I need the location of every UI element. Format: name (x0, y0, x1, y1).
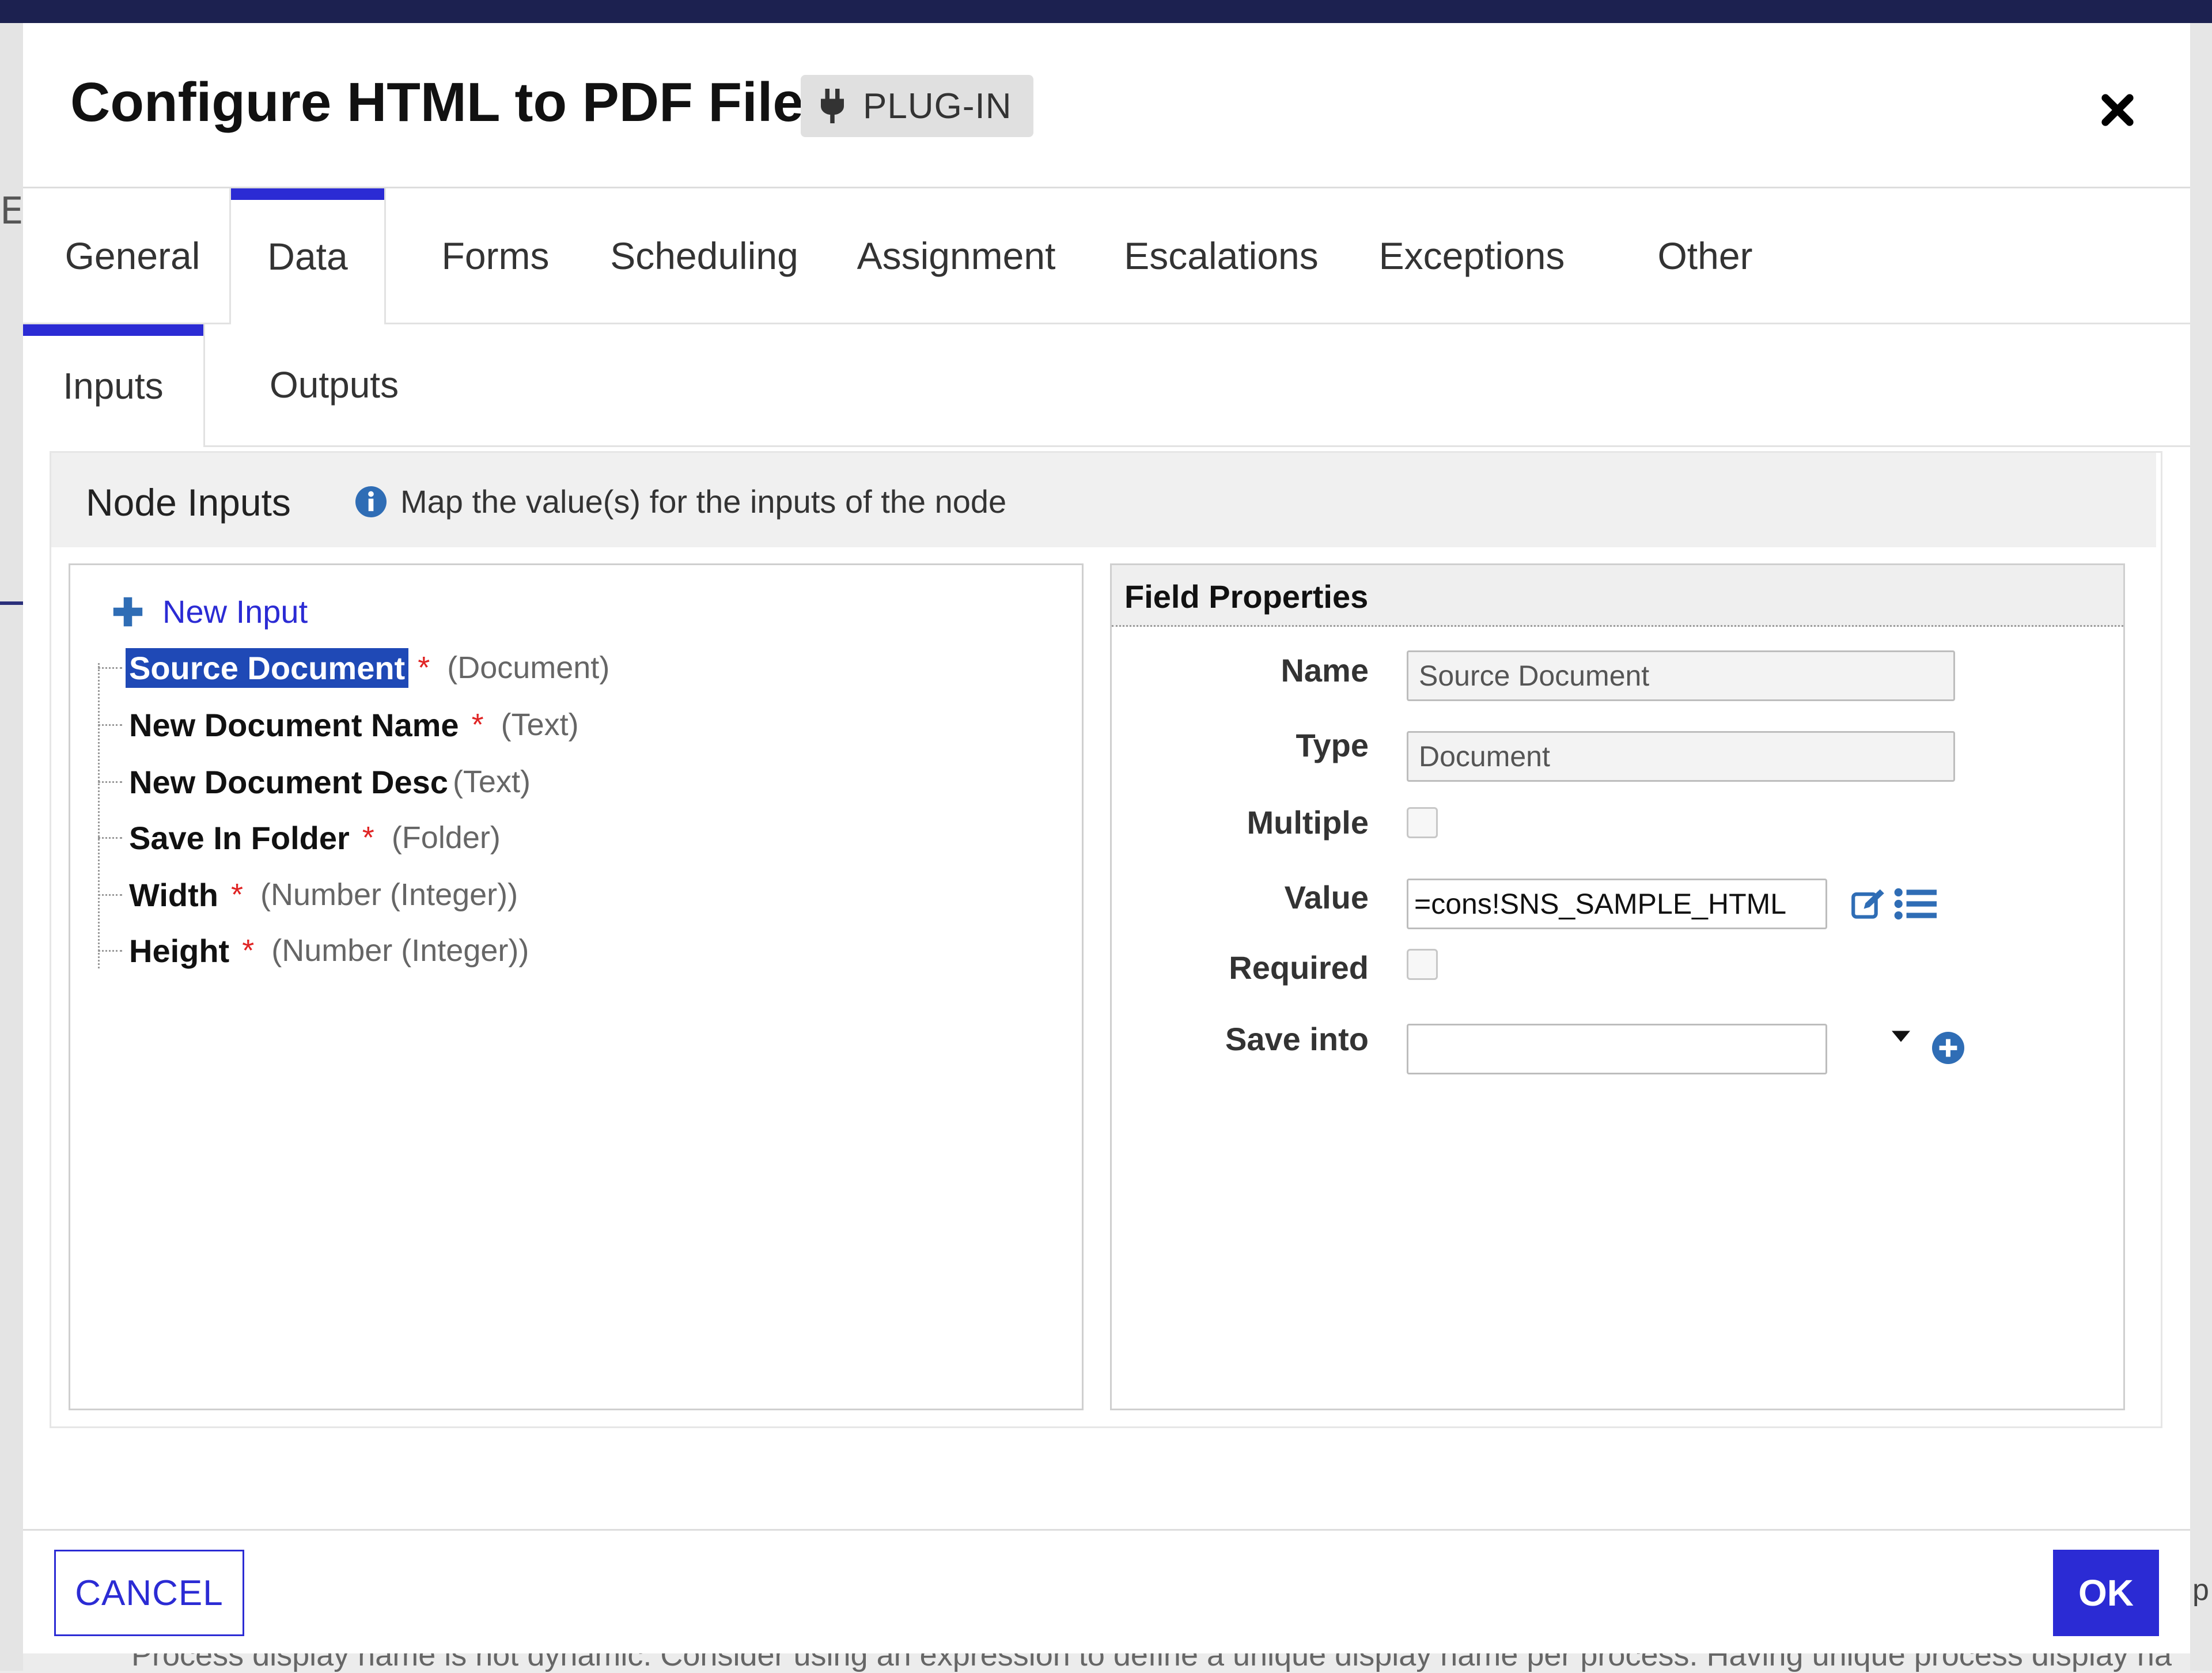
tab-data[interactable]: Data (229, 188, 386, 324)
field-properties-header: Field Properties (1112, 565, 2123, 627)
required-marker: * (362, 820, 374, 855)
tree-item-name: Save In Folder (129, 819, 350, 856)
add-variable-button[interactable] (1930, 1029, 1967, 1066)
tab-scheduling[interactable]: Scheduling (588, 188, 821, 323)
node-inputs-header: Node Inputs Map the value(s) for the inp… (51, 453, 2156, 547)
expression-editor-button[interactable] (1849, 885, 1888, 922)
required-marker: * (230, 877, 243, 912)
dialog-title: Configure HTML to PDF File (70, 71, 804, 133)
plugin-badge: PLUG-IN (801, 75, 1034, 137)
field-properties-panel: Field Properties Name Source Document Ty… (1110, 563, 2125, 1410)
tree-item-new-document-name[interactable]: New Document Name * (Text) (98, 702, 579, 748)
subtab-outputs[interactable]: Outputs (219, 324, 449, 445)
type-label: Type (1296, 727, 1369, 763)
app-right-stub: p (2192, 1573, 2209, 1607)
tree-item-save-in-folder[interactable]: Save In Folder * (Folder) (98, 815, 501, 861)
new-input-link[interactable]: New Input (112, 593, 308, 630)
tab-other[interactable]: Other (1613, 188, 1797, 323)
app-right-edge: p (2190, 23, 2212, 1671)
tree-item-type: (Number (Integer)) (260, 877, 518, 912)
dialog-header: Configure HTML to PDF File PLUG-IN (23, 23, 2190, 188)
required-marker: * (242, 933, 255, 968)
list-icon (1894, 888, 1937, 920)
tree-item-name: Height (129, 932, 230, 969)
inputs-tree: New Input Source Document * (Document) N… (69, 563, 1084, 1410)
ok-button[interactable]: OK (2053, 1550, 2159, 1636)
tree-item-height[interactable]: Height * (Number (Integer)) (98, 928, 529, 974)
list-picker-button[interactable] (1893, 885, 1938, 922)
tree-item-name: Width (129, 876, 218, 913)
node-inputs-info: Map the value(s) for the inputs of the n… (355, 483, 1006, 520)
tree-item-type: (Folder) (391, 820, 501, 855)
field-properties-title: Field Properties (1124, 578, 1369, 615)
dialog-footer: CANCEL OK (23, 1529, 2190, 1653)
main-tabs: General Data Forms Scheduling Assignment… (23, 188, 2190, 324)
type-field[interactable]: Document (1407, 731, 1955, 782)
save-into-field[interactable] (1407, 1024, 1827, 1074)
save-into-label: Save into (1225, 1021, 1369, 1057)
tree-item-name: Source Document (126, 648, 409, 688)
node-inputs-title: Node Inputs (86, 481, 291, 524)
tree-item-type: (Text) (501, 707, 579, 742)
plug-icon (821, 89, 844, 123)
subtab-inputs[interactable]: Inputs (23, 324, 205, 447)
edit-icon (1851, 889, 1884, 919)
required-checkbox[interactable] (1407, 949, 1438, 980)
tree-item-new-document-desc[interactable]: New Document Desc (Text) (98, 759, 531, 805)
tree-item-type: (Document) (447, 650, 610, 685)
plus-icon (113, 597, 143, 626)
caret-down-icon (1892, 1031, 1910, 1042)
app-top-bar (0, 0, 2212, 23)
plugin-badge-label: PLUG-IN (863, 86, 1012, 126)
tree-item-width[interactable]: Width * (Number (Integer)) (98, 872, 518, 918)
cancel-button[interactable]: CANCEL (54, 1550, 244, 1636)
close-icon (2101, 94, 2134, 126)
tab-forms[interactable]: Forms (403, 188, 588, 323)
configure-node-dialog: Configure HTML to PDF File PLUG-IN Gener… (23, 23, 2190, 1653)
tree-item-type: (Text) (452, 764, 531, 799)
tree-item-type: (Number (Integer)) (271, 933, 529, 968)
close-button[interactable] (2091, 84, 2144, 137)
app-left-edge: EE (0, 23, 47, 1671)
tab-general[interactable]: General (46, 188, 219, 323)
value-field[interactable]: =cons!SNS_SAMPLE_HTML (1407, 879, 1827, 929)
node-inputs-info-text: Map the value(s) for the inputs of the n… (400, 483, 1007, 520)
multiple-checkbox[interactable] (1407, 807, 1438, 838)
required-marker: * (471, 707, 484, 742)
node-inputs-panel: Node Inputs Map the value(s) for the inp… (50, 451, 2162, 1428)
required-label: Required (1229, 949, 1369, 986)
required-marker: * (418, 650, 430, 685)
sub-tabs: Inputs Outputs (23, 324, 2190, 447)
tab-escalations[interactable]: Escalations (1094, 188, 1348, 323)
tree-item-name: New Document Desc (129, 763, 448, 800)
multiple-label: Multiple (1247, 804, 1369, 841)
plus-circle-icon (1932, 1032, 1964, 1064)
name-field[interactable]: Source Document (1407, 650, 1955, 701)
tree-item-source-document[interactable]: Source Document * (Document) (98, 645, 609, 691)
app-left-divider (0, 601, 23, 605)
info-icon (355, 486, 387, 517)
new-input-label: New Input (162, 593, 308, 630)
name-label: Name (1281, 652, 1369, 688)
tab-assignment[interactable]: Assignment (830, 188, 1083, 323)
tab-exceptions[interactable]: Exceptions (1348, 188, 1596, 323)
tree-item-name: New Document Name (129, 706, 459, 743)
value-label: Value (1284, 879, 1369, 915)
save-into-dropdown[interactable] (1884, 1019, 1918, 1054)
